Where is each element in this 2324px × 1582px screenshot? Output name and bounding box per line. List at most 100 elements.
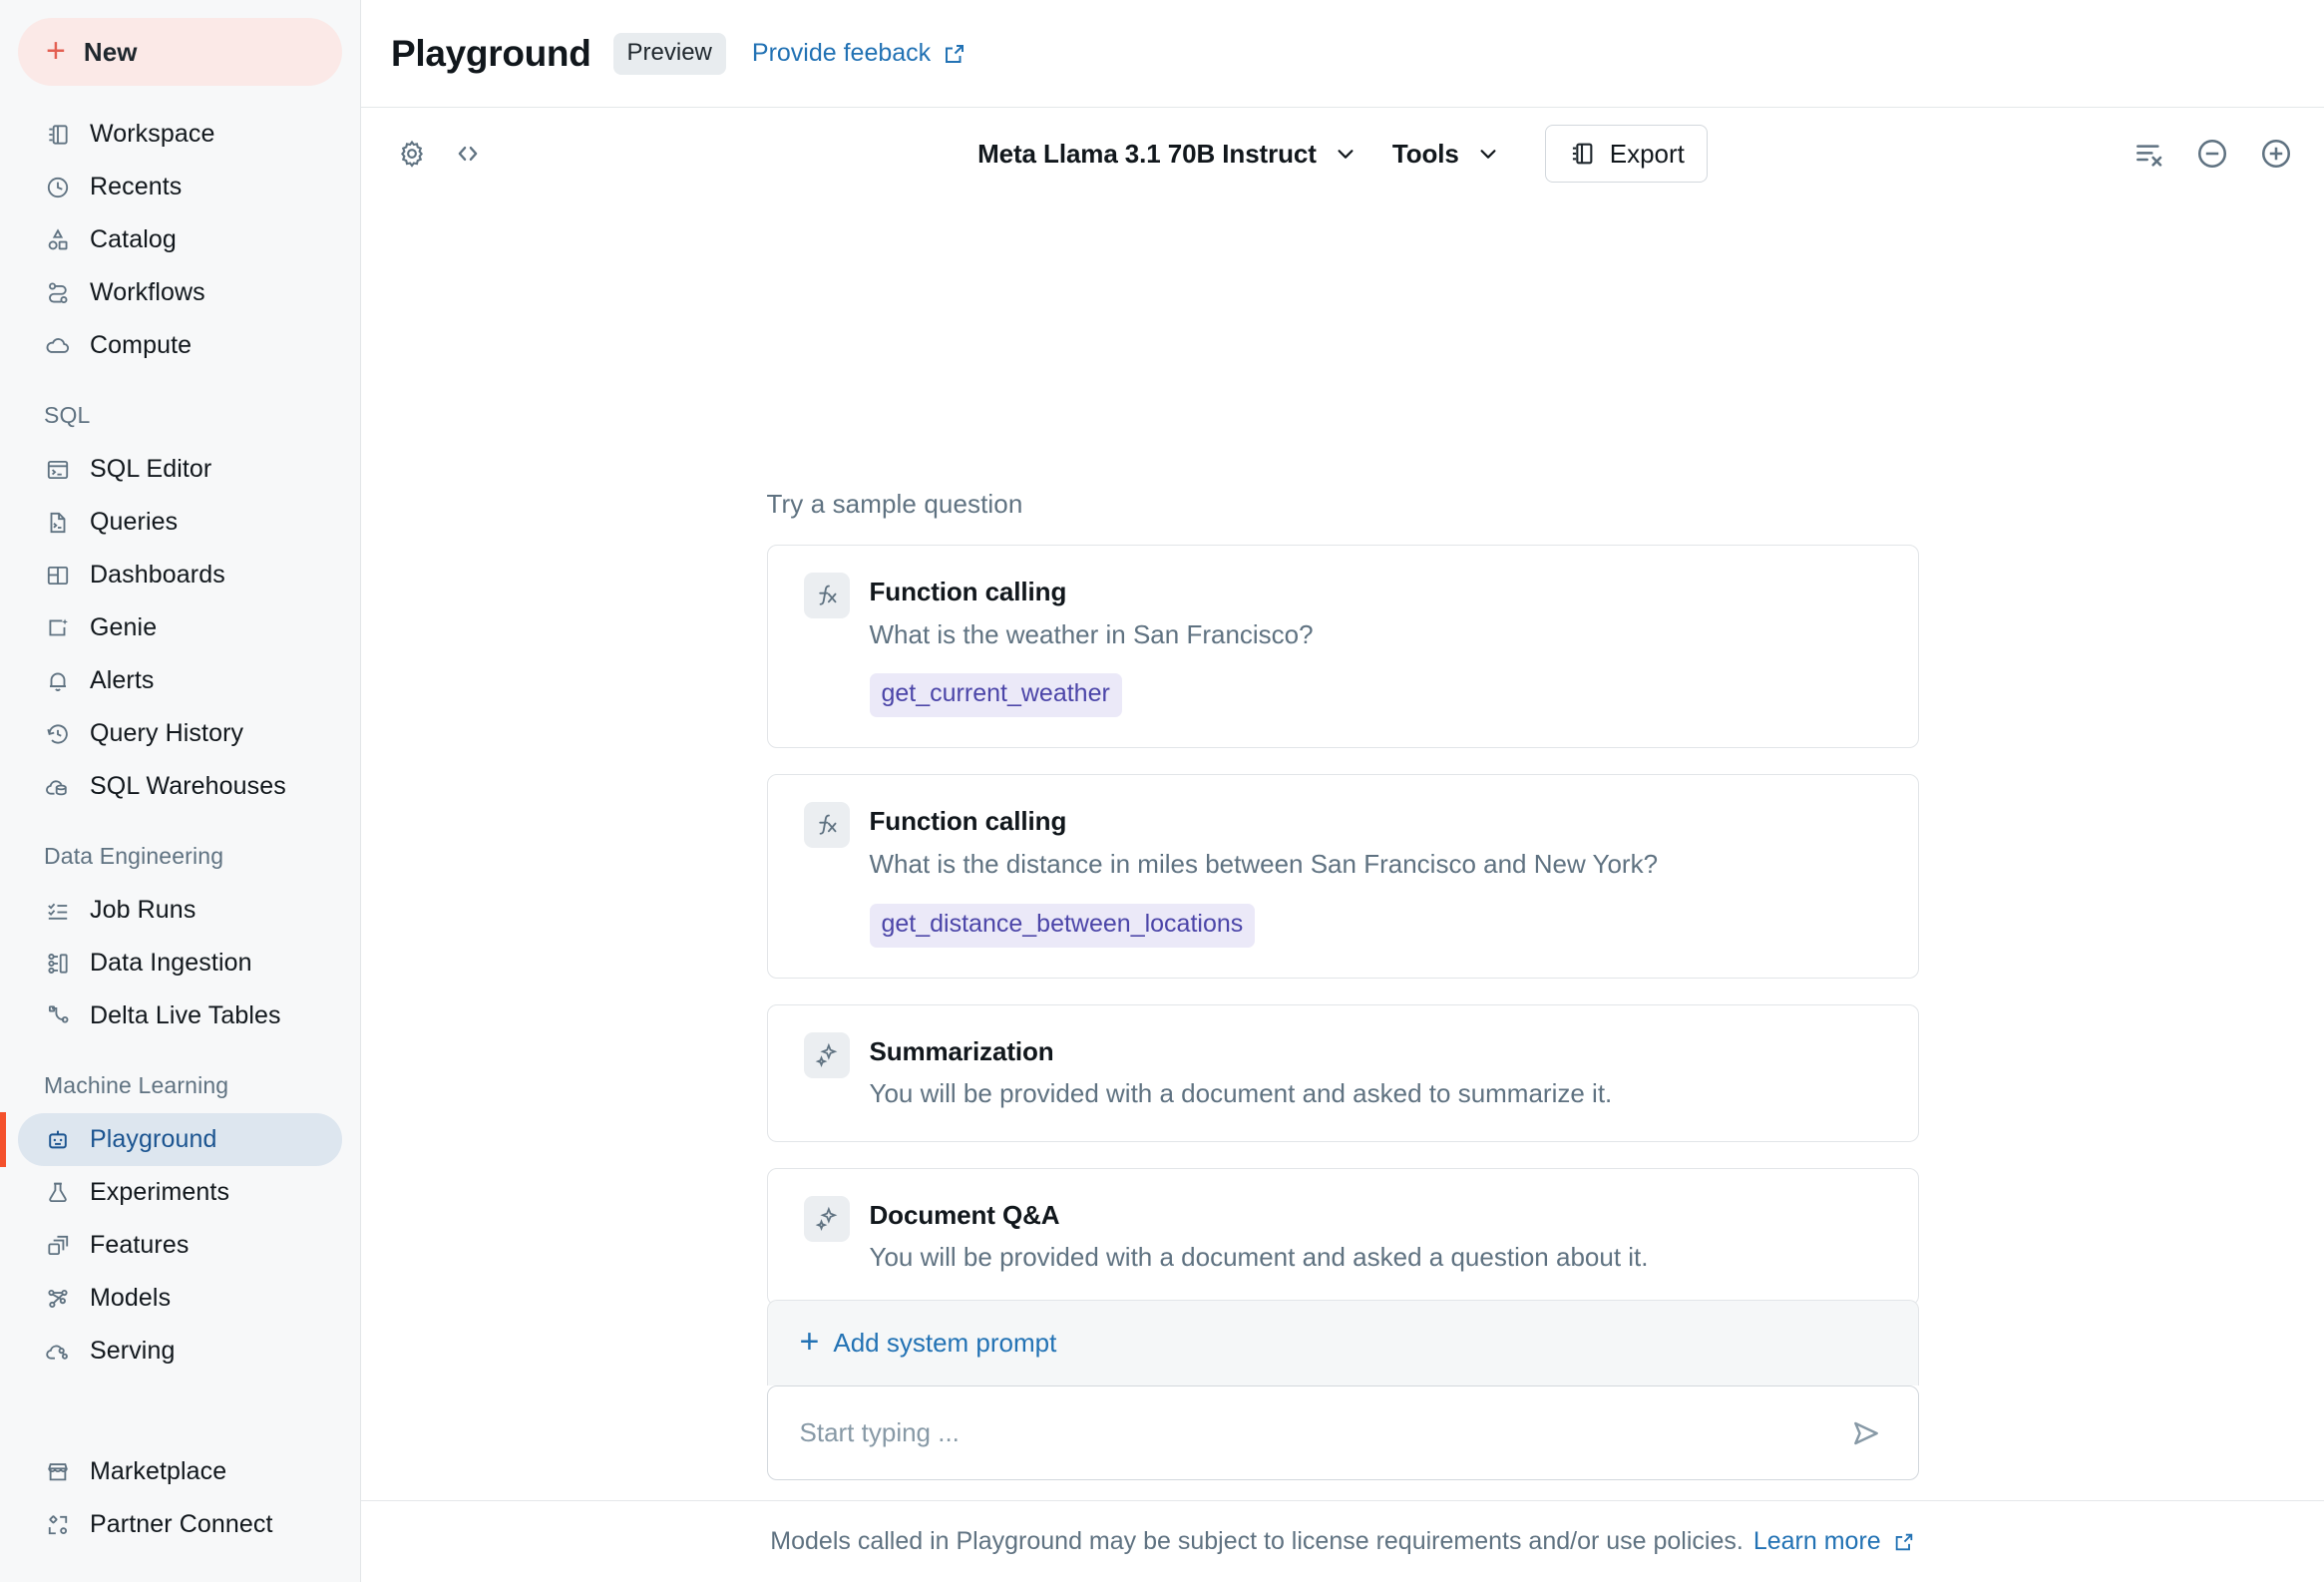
gear-icon[interactable] xyxy=(391,133,433,175)
sidebar-item-label: Job Runs xyxy=(90,896,196,924)
function-icon xyxy=(803,802,850,849)
add-system-prompt-label: Add system prompt xyxy=(833,1328,1057,1358)
sidebar-item-label: Genie xyxy=(90,613,158,641)
sidebar-item-sql-editor[interactable]: SQL Editor xyxy=(18,443,342,496)
app-root: + New Workspace Recents Catalog Workflow… xyxy=(0,0,2324,1582)
sample-card-text: Document Q&A You will be provided with a… xyxy=(870,1199,1649,1275)
sample-card-body: get_current_weather xyxy=(804,651,1880,718)
samples-title: Try a sample question xyxy=(766,489,1023,519)
chevron-down-icon xyxy=(1338,150,1354,159)
footer-text: Models called in Playground may be subje… xyxy=(770,1527,1743,1555)
function-tag[interactable]: get_current_weather xyxy=(869,673,1122,718)
page-header: Playground Preview Provide feeback xyxy=(361,0,2324,108)
sidebar-item-sql-warehouses[interactable]: SQL Warehouses xyxy=(18,760,342,813)
sidebar-item-label: SQL Editor xyxy=(90,455,212,483)
sidebar-item-label: Catalog xyxy=(90,225,177,253)
sidebar-item-playground[interactable]: Playground xyxy=(0,1112,342,1167)
model-selector-label: Meta Llama 3.1 70B Instruct xyxy=(977,138,1317,169)
sidebar-item-serving[interactable]: Serving xyxy=(18,1325,342,1378)
sidebar-item-data-ingestion[interactable]: Data Ingestion xyxy=(18,937,342,989)
toolbar: Meta Llama 3.1 70B Instruct Tools Export xyxy=(361,108,2324,199)
clear-all-icon[interactable] xyxy=(2127,132,2170,176)
send-icon[interactable] xyxy=(1844,1411,1888,1455)
job-runs-icon xyxy=(44,897,72,925)
plus-icon: + xyxy=(46,31,66,70)
sidebar-item-query-history[interactable]: Query History xyxy=(18,707,342,760)
sidebar-item-experiments[interactable]: Experiments xyxy=(18,1166,342,1219)
sidebar-group-data-engineering-label: Data Engineering xyxy=(44,843,224,869)
cloud-icon xyxy=(44,332,72,360)
tools-selector[interactable]: Tools xyxy=(1392,139,1499,170)
sidebar-item-workflows[interactable]: Workflows xyxy=(18,266,342,319)
add-system-prompt-button[interactable]: + Add system prompt xyxy=(766,1300,1919,1385)
toolbar-left xyxy=(391,133,489,175)
sidebar-item-recents[interactable]: Recents xyxy=(18,161,342,213)
main-area: Playground Preview Provide feeback Meta … xyxy=(361,0,2324,1582)
plus-circle-icon[interactable] xyxy=(2254,132,2298,176)
sidebar-item-job-runs[interactable]: Job Runs xyxy=(18,884,342,937)
sidebar-item-label: Dashboards xyxy=(90,561,225,589)
sample-card[interactable]: Summarization You will be provided with … xyxy=(766,1003,1919,1142)
export-button[interactable]: Export xyxy=(1544,125,1708,183)
sidebar-item-partner-connect[interactable]: Partner Connect xyxy=(18,1498,342,1551)
sidebar-item-marketplace[interactable]: Marketplace xyxy=(18,1445,342,1498)
sidebar-item-queries[interactable]: Queries xyxy=(18,496,342,549)
provide-feedback-label: Provide feeback xyxy=(751,39,932,67)
sidebar-item-features[interactable]: Features xyxy=(18,1219,342,1272)
sidebar-item-genie[interactable]: Genie xyxy=(18,601,342,654)
sidebar-item-label: Models xyxy=(90,1284,172,1312)
page-title: Playground xyxy=(391,32,591,74)
sidebar-item-catalog[interactable]: Catalog xyxy=(18,213,342,266)
prompt-input[interactable] xyxy=(799,1417,1844,1448)
sidebar-item-workspace[interactable]: Workspace xyxy=(18,108,342,161)
minus-circle-icon[interactable] xyxy=(2190,132,2234,176)
sidebar-item-label: Workflows xyxy=(90,278,205,306)
sample-card[interactable]: Function calling What is the weather in … xyxy=(766,545,1919,749)
sidebar-item-compute[interactable]: Compute xyxy=(18,319,342,372)
genie-icon xyxy=(44,614,72,642)
new-button-label: New xyxy=(83,36,138,67)
queries-icon xyxy=(44,509,72,537)
plus-icon: + xyxy=(799,1322,820,1361)
sidebar-item-delta-live-tables[interactable]: Delta Live Tables xyxy=(18,989,342,1042)
code-brackets-icon[interactable] xyxy=(447,133,489,175)
sidebar-item-dashboards[interactable]: Dashboards xyxy=(18,549,342,601)
sidebar-group-sql-label: SQL xyxy=(44,402,91,428)
sidebar: + New Workspace Recents Catalog Workflow… xyxy=(0,0,361,1582)
sidebar-item-label: Queries xyxy=(90,508,179,536)
sample-card-subtitle: What is the weather in San Francisco? xyxy=(869,618,1314,649)
chevron-down-icon xyxy=(1480,150,1496,159)
new-button[interactable]: + New xyxy=(18,18,342,86)
serving-icon xyxy=(44,1338,72,1366)
footer: Models called in Playground may be subje… xyxy=(361,1500,2324,1582)
sample-card-title: Summarization xyxy=(869,1035,1054,1066)
marketplace-icon xyxy=(44,1458,72,1486)
function-tag[interactable]: get_distance_between_locations xyxy=(869,903,1256,948)
sample-card[interactable]: Function calling What is the distance in… xyxy=(766,774,1919,979)
composer: + Add system prompt xyxy=(766,1300,1919,1480)
toolbar-right xyxy=(2127,132,2298,176)
sql-editor-icon xyxy=(44,456,72,484)
history-icon xyxy=(44,720,72,748)
sidebar-item-label: Marketplace xyxy=(90,1457,227,1485)
sidebar-item-models[interactable]: Models xyxy=(18,1272,342,1325)
sample-card-body: get_distance_between_locations xyxy=(804,882,1880,948)
sidebar-item-alerts[interactable]: Alerts xyxy=(18,654,342,707)
external-link-icon xyxy=(1895,1533,1912,1550)
data-ingestion-icon xyxy=(44,950,72,978)
notebook-icon xyxy=(1572,143,1593,165)
learn-more-link[interactable]: Learn more xyxy=(1753,1527,1881,1556)
prompt-input-bar xyxy=(766,1385,1919,1480)
sample-card[interactable]: Document Q&A You will be provided with a… xyxy=(766,1167,1919,1307)
sidebar-item-label: Recents xyxy=(90,173,183,200)
sidebar-item-label: Data Ingestion xyxy=(90,949,252,977)
delta-live-tables-icon xyxy=(44,1002,72,1030)
workspace-icon xyxy=(44,121,72,149)
function-icon xyxy=(803,573,850,618)
provide-feedback-link[interactable]: Provide feeback xyxy=(752,39,967,68)
model-selector[interactable]: Meta Llama 3.1 70B Instruct xyxy=(977,139,1356,170)
sample-card-text: Function calling What is the weather in … xyxy=(870,576,1314,651)
external-link-icon xyxy=(946,44,965,63)
sample-card-title: Function calling xyxy=(869,806,1067,837)
